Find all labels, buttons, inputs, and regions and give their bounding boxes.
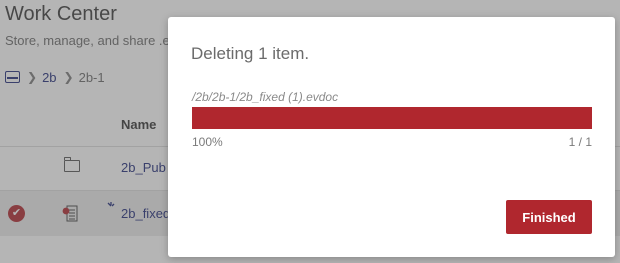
dialog-title: Deleting 1 item. <box>191 44 310 63</box>
progress-bar-fill <box>192 107 592 129</box>
page: Work Center Store, manage, and share .e … <box>0 0 620 263</box>
progress-count: 1 / 1 <box>568 135 592 149</box>
file-path: /2b/2b-1/2b_fixed (1).evdoc <box>192 90 339 104</box>
progress-bar <box>192 107 592 129</box>
progress-percent: 100% <box>192 135 223 149</box>
delete-progress-dialog: Deleting 1 item. /2b/2b-1/2b_fixed (1).e… <box>168 17 615 257</box>
finished-button[interactable]: Finished <box>506 200 592 234</box>
